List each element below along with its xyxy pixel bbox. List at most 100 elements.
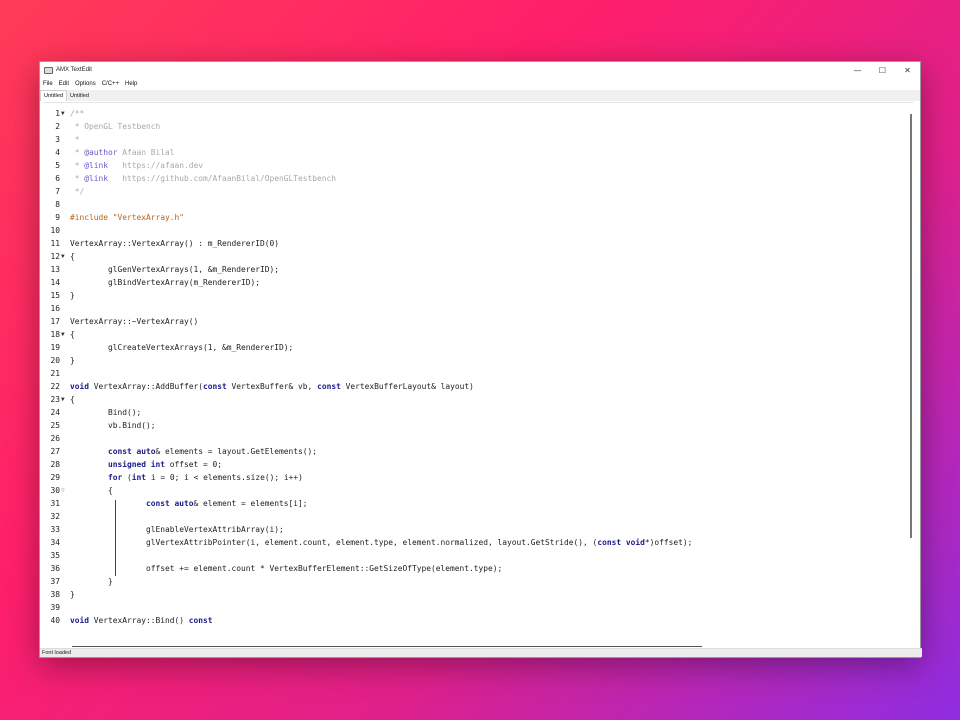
line-number: 31 <box>50 499 60 508</box>
code-line[interactable]: 39 <box>44 601 904 614</box>
code-line[interactable]: 6 * @link https://github.com/AfaanBilal/… <box>44 172 904 185</box>
line-number: 22 <box>50 382 60 391</box>
line-number: 18 <box>50 330 60 339</box>
menu-help[interactable]: Help <box>122 78 140 90</box>
code-line[interactable]: 12 { <box>44 250 904 263</box>
code-text: void VertexArray::Bind() const <box>70 616 213 625</box>
code-text: #include "VertexArray.h" <box>70 213 185 222</box>
menu-cpp[interactable]: C/C++ <box>99 78 122 90</box>
code-line[interactable]: 8 <box>44 198 904 211</box>
line-number: 4 <box>55 148 60 157</box>
line-number: 26 <box>50 434 60 443</box>
code-line[interactable]: 30 { <box>44 484 904 497</box>
title-bar[interactable]: AMX TextEdit — ☐ ✕ <box>40 62 920 78</box>
line-number: 23 <box>50 395 60 404</box>
fold-toggle-icon[interactable] <box>61 107 70 120</box>
minimize-button[interactable]: — <box>845 62 870 78</box>
code-line[interactable]: 22 void VertexArray::AddBuffer(const Vert… <box>44 380 904 393</box>
line-number: 36 <box>50 564 60 573</box>
code-line[interactable]: 14 glBindVertexArray(m_RendererID); <box>44 276 904 289</box>
line-number: 5 <box>55 161 60 170</box>
code-text: const auto& element = elements[i]; <box>146 499 308 508</box>
horizontal-scroll-thumb[interactable] <box>72 646 702 647</box>
code-line[interactable]: 25 vb.Bind(); <box>44 419 904 432</box>
code-line[interactable]: 4 * @author Afaan Bilal <box>44 146 904 159</box>
line-number: 34 <box>50 538 60 547</box>
menu-edit[interactable]: Edit <box>56 78 72 90</box>
line-number: 32 <box>50 512 60 521</box>
code-text: } <box>70 356 75 365</box>
tab-untitled-2[interactable]: Untitled <box>67 91 92 101</box>
code-text: /** <box>70 109 85 118</box>
code-line[interactable]: 3 * <box>44 133 904 146</box>
code-line[interactable]: 36 offset += element.count * VertexBuffe… <box>44 562 904 575</box>
code-text: const auto& elements = layout.GetElement… <box>108 447 318 456</box>
code-text: * @link https://afaan.dev <box>70 161 204 170</box>
code-text: vb.Bind(); <box>70 421 156 430</box>
code-line[interactable]: 40 void VertexArray::Bind() const <box>44 614 904 627</box>
code-text: * OpenGL Testbench <box>70 122 161 131</box>
menu-bar: File Edit Options C/C++ Help <box>40 78 920 90</box>
code-line[interactable]: 21 <box>44 367 904 380</box>
code-line[interactable]: 35 <box>44 549 904 562</box>
code-line[interactable]: 33 glEnableVertexAttribArray(i); <box>44 523 904 536</box>
code-line[interactable]: 16 <box>44 302 904 315</box>
code-line[interactable]: 1 /** <box>44 107 904 120</box>
code-line[interactable]: 32 <box>44 510 904 523</box>
status-text: Font loaded <box>42 650 72 656</box>
line-number: 16 <box>50 304 60 313</box>
code-line[interactable]: 26 <box>44 432 904 445</box>
code-line[interactable]: 24 Bind(); <box>44 406 904 419</box>
close-button[interactable]: ✕ <box>895 62 920 78</box>
fold-toggle-icon[interactable] <box>61 393 70 406</box>
code-line[interactable]: 2 * OpenGL Testbench <box>44 120 904 133</box>
code-line[interactable]: 34 glVertexAttribPointer(i, element.coun… <box>44 536 904 549</box>
menu-file[interactable]: File <box>40 78 56 90</box>
line-number: 20 <box>50 356 60 365</box>
code-line[interactable]: 28 unsigned int offset = 0; <box>44 458 904 471</box>
menu-options[interactable]: Options <box>72 78 99 90</box>
code-line[interactable]: 13 glGenVertexArrays(1, &m_RendererID); <box>44 263 904 276</box>
code-line[interactable]: 38} <box>44 588 904 601</box>
code-line[interactable]: 31 const auto& element = elements[i]; <box>44 497 904 510</box>
code-line[interactable]: 5 * @link https://afaan.dev <box>44 159 904 172</box>
tab-bar: Untitled Untitled <box>40 90 920 101</box>
line-number: 9 <box>55 213 60 222</box>
line-number: 3 <box>55 135 60 144</box>
code-line[interactable]: 18 { <box>44 328 904 341</box>
code-line[interactable]: 29 for (int i = 0; i < elements.size(); … <box>44 471 904 484</box>
window-controls: — ☐ ✕ <box>845 62 920 78</box>
code-text: glCreateVertexArrays(1, &m_RendererID); <box>70 343 294 352</box>
line-number: 15 <box>50 291 60 300</box>
code-line[interactable]: 20} <box>44 354 904 367</box>
code-editor[interactable]: 1/**2 * OpenGL Testbench3 *4 * @author A… <box>44 102 914 643</box>
code-line[interactable]: 37 } <box>44 575 904 588</box>
line-number: 12 <box>50 252 60 261</box>
code-line[interactable]: 9 #include "VertexArray.h" <box>44 211 904 224</box>
code-line[interactable]: 10 <box>44 224 904 237</box>
line-number: 14 <box>50 278 60 287</box>
line-number: 33 <box>50 525 60 534</box>
code-line[interactable]: 11 VertexArray::VertexArray() : m_Rendere… <box>44 237 904 250</box>
code-line[interactable]: 17 VertexArray::~VertexArray() <box>44 315 904 328</box>
code-line[interactable]: 19 glCreateVertexArrays(1, &m_RendererID… <box>44 341 904 354</box>
line-number: 10 <box>50 226 60 235</box>
line-number: 13 <box>50 265 60 274</box>
code-line[interactable]: 23 { <box>44 393 904 406</box>
code-text: glBindVertexArray(m_RendererID); <box>70 278 261 287</box>
line-number: 29 <box>50 473 60 482</box>
fold-outline-toggle-icon[interactable] <box>61 484 70 497</box>
tab-untitled-1[interactable]: Untitled <box>40 90 67 101</box>
code-text: VertexArray::VertexArray() : m_RendererI… <box>70 239 280 248</box>
vertical-scrollbar[interactable] <box>910 114 912 538</box>
code-text: glVertexAttribPointer(i, element.count, … <box>70 538 693 547</box>
code-line[interactable]: 27 const auto& elements = layout.GetElem… <box>44 445 904 458</box>
line-number: 30 <box>50 486 60 495</box>
code-line[interactable]: 15} <box>44 289 904 302</box>
code-line[interactable]: 7 */ <box>44 185 904 198</box>
code-text: glEnableVertexAttribArray(i); <box>70 525 284 534</box>
fold-toggle-icon[interactable] <box>61 250 70 263</box>
code-text: } <box>70 291 75 300</box>
maximize-button[interactable]: ☐ <box>870 62 895 78</box>
fold-toggle-icon[interactable] <box>61 328 70 341</box>
